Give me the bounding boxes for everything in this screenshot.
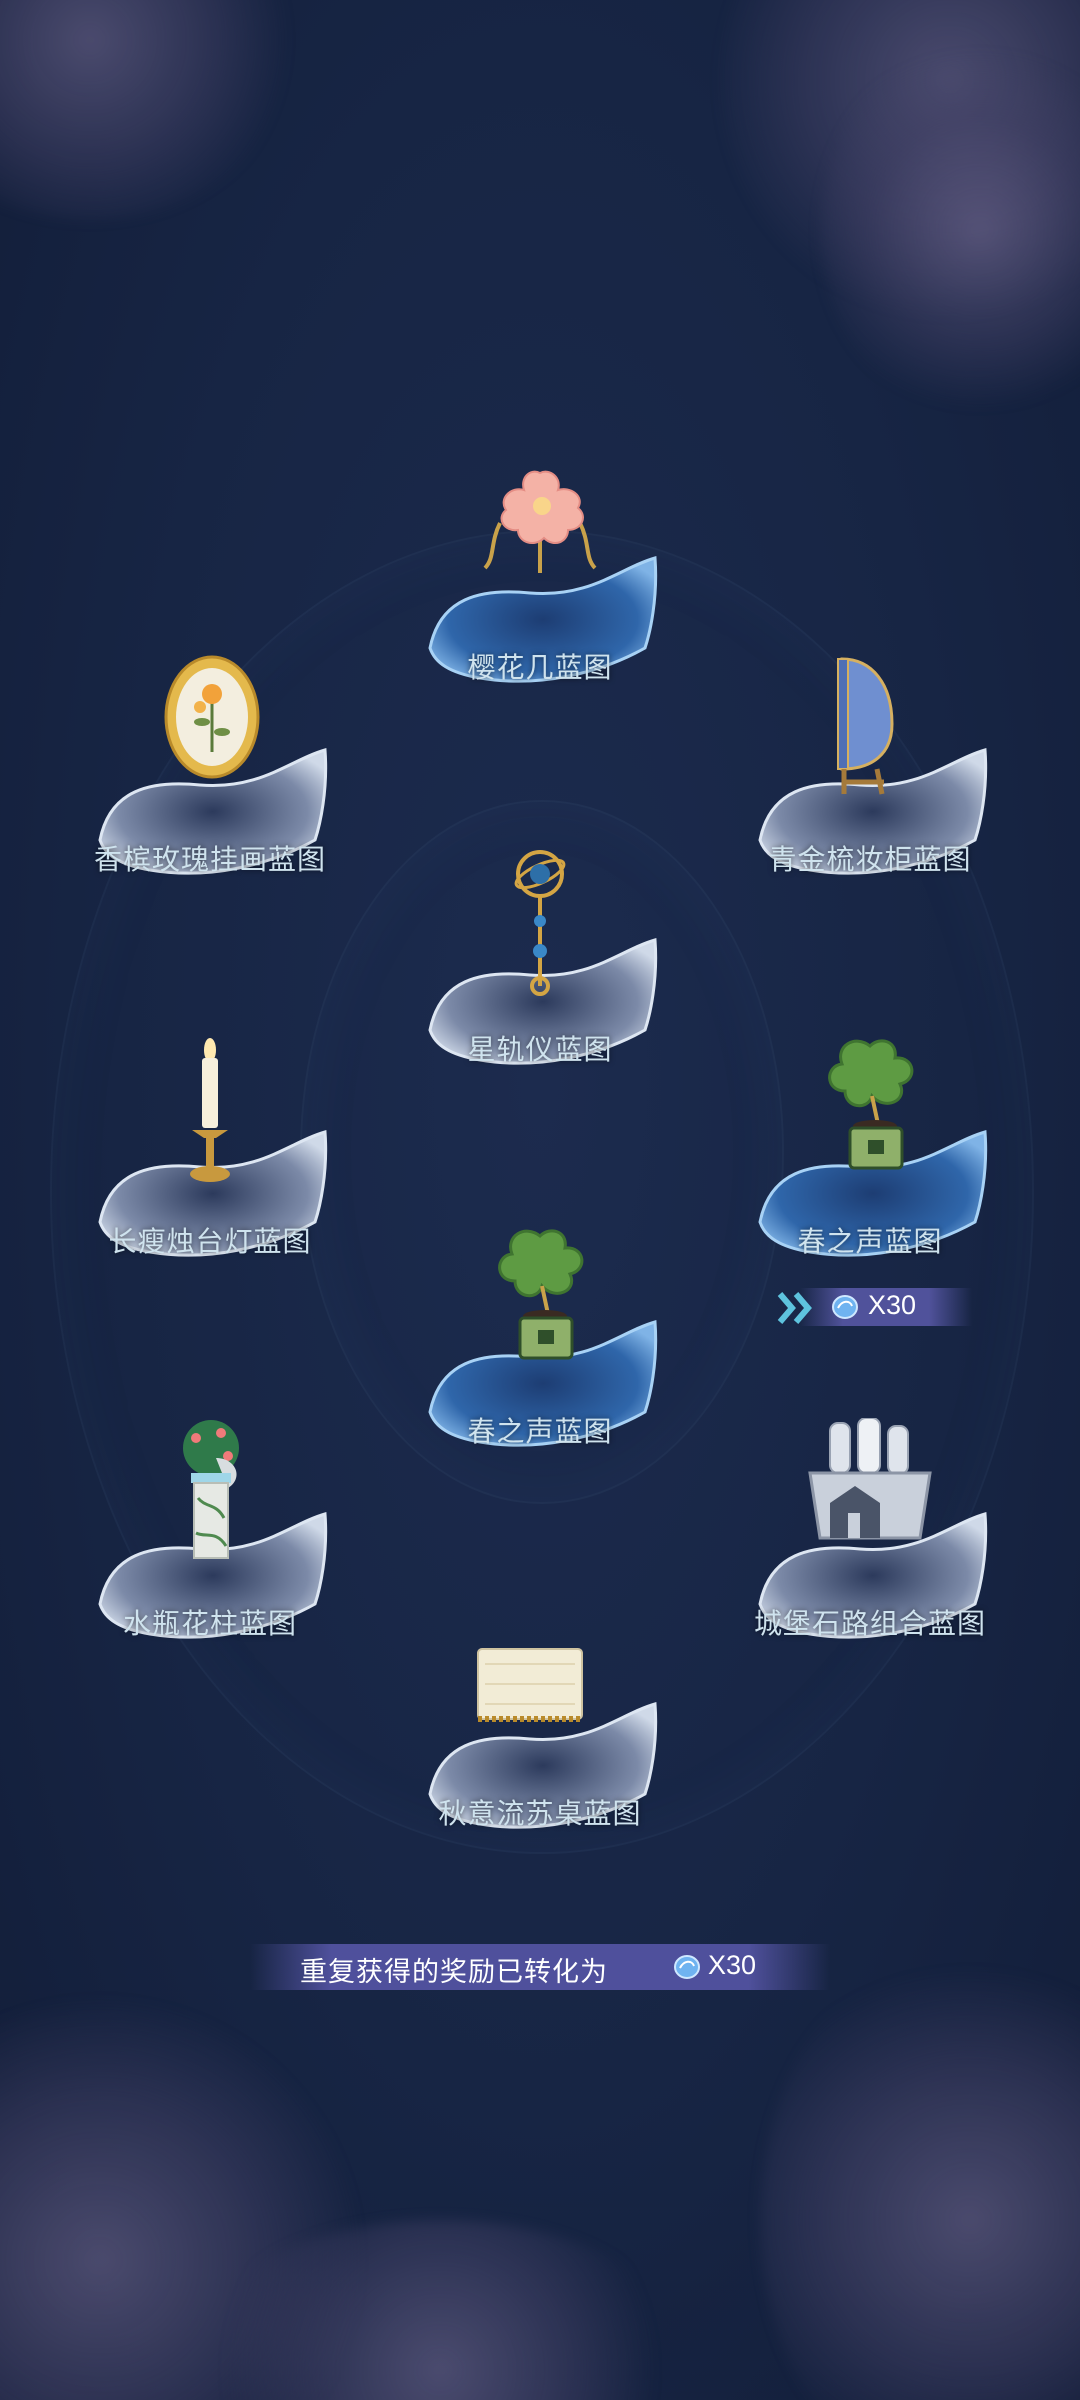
converted-tag: X30 — [772, 1284, 972, 1330]
reward-label: 秋意流苏桌蓝图 — [438, 1797, 642, 1830]
reward-item[interactable]: 长瘦烛台灯蓝图 — [80, 1038, 340, 1312]
reward-item[interactable]: 香槟玫瑰挂画蓝图 — [80, 655, 340, 930]
tassel-table-icon — [477, 1648, 583, 1722]
notice-count: X30 — [708, 1950, 757, 1980]
rose-painting-icon — [164, 655, 260, 779]
double-chevron-icon — [777, 1292, 812, 1324]
blue-gem-icon — [832, 1295, 858, 1319]
blueprint-box-icon — [808, 1418, 932, 1540]
reward-label: 樱花几蓝图 — [467, 651, 613, 684]
reward-item[interactable]: 春之声蓝图 — [410, 1229, 670, 1502]
reward-label: 水瓶花柱蓝图 — [122, 1607, 297, 1640]
flower-pillar-icon — [183, 1420, 239, 1559]
reward-item[interactable]: 青金梳妆柜蓝图 — [740, 657, 1000, 930]
candle-lamp-icon — [190, 1038, 230, 1182]
reward-label: 城堡石路组合蓝图 — [753, 1607, 986, 1640]
dresser-icon — [837, 657, 894, 795]
reward-item[interactable]: 星轨仪蓝图 — [410, 850, 670, 1120]
notice-text: 重复获得的奖励已转化为 — [300, 1957, 608, 1988]
reward-label: 春之声蓝图 — [797, 1225, 943, 1258]
reward-label: 星轨仪蓝图 — [467, 1033, 613, 1066]
duplicate-notice: 重复获得的奖励已转化为 X30 — [250, 1942, 830, 1992]
reward-item[interactable]: 樱花几蓝图 — [410, 468, 670, 738]
reward-screen[interactable]: 樱花几蓝图 香槟玫瑰挂画蓝图 青金梳妆柜蓝图 星轨仪蓝图 长瘦烛台灯蓝图 春之声… — [0, 0, 1080, 2400]
reward-label: 长瘦烛台灯蓝图 — [108, 1225, 312, 1258]
reward-item[interactable]: 春之声蓝图 — [740, 1039, 1000, 1312]
gramophone-icon — [498, 1229, 584, 1360]
cloud-decoration — [0, 0, 300, 220]
sakura-table-icon — [483, 470, 597, 573]
converted-count: X30 — [868, 1290, 917, 1320]
reward-label: 春之声蓝图 — [467, 1415, 613, 1448]
reward-item[interactable]: 水瓶花柱蓝图 — [80, 1420, 340, 1694]
reward-item[interactable]: 城堡石路组合蓝图 — [740, 1418, 1000, 1694]
reward-label: 青金梳妆柜蓝图 — [768, 843, 972, 876]
reward-item[interactable]: 秋意流苏桌蓝图 — [410, 1614, 670, 1884]
blue-gem-icon — [674, 1955, 700, 1979]
cloud-decoration — [760, 1940, 1080, 2400]
star-orbit-icon — [514, 850, 566, 996]
gramophone-icon — [828, 1039, 914, 1170]
reward-label: 香槟玫瑰挂画蓝图 — [93, 843, 326, 876]
